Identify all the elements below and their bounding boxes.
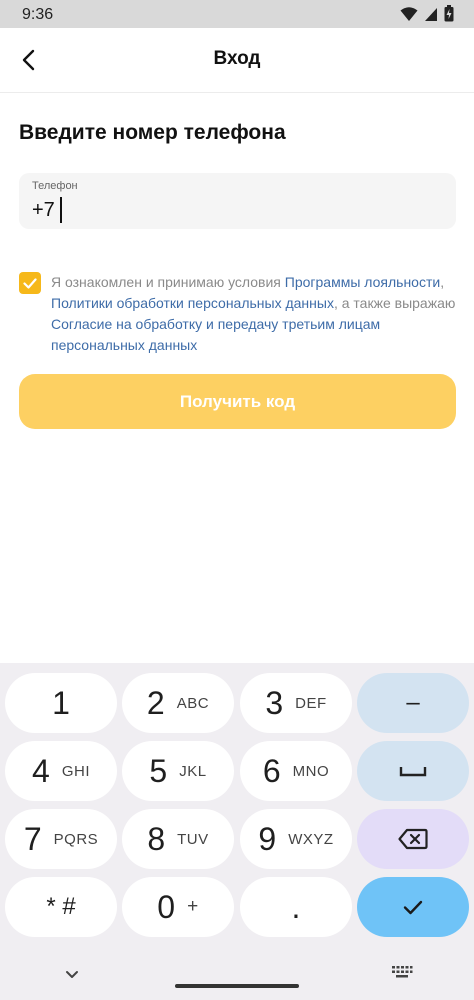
app-header: Вход bbox=[0, 28, 474, 93]
hide-keyboard-button[interactable] bbox=[60, 966, 84, 982]
chevron-down-icon bbox=[66, 970, 78, 978]
space-icon bbox=[399, 767, 427, 777]
home-indicator[interactable] bbox=[175, 984, 299, 988]
key-minus-label: – bbox=[406, 689, 420, 716]
key-5[interactable]: 5 JKL bbox=[122, 741, 234, 801]
key-9-letters: WXYZ bbox=[288, 830, 334, 848]
key-2-letters: ABC bbox=[176, 694, 210, 712]
key-9[interactable]: 9 WXYZ bbox=[240, 809, 352, 869]
phone-input[interactable]: Телефон +7 bbox=[19, 173, 456, 229]
key-3-letters: DEF bbox=[295, 694, 327, 712]
phone-heading: Введите номер телефона bbox=[19, 121, 286, 144]
phone-label: Телефон bbox=[32, 180, 78, 192]
signal-icon bbox=[424, 6, 438, 27]
consent-text: Я ознакомлен и принимаю условия Программ… bbox=[51, 272, 461, 356]
key-6-digit: 6 bbox=[262, 752, 281, 789]
key-8[interactable]: 8 TUV bbox=[122, 809, 234, 869]
key-3-digit: 3 bbox=[265, 684, 284, 721]
wifi-icon bbox=[400, 6, 418, 27]
status-icons bbox=[400, 5, 454, 27]
key-dot-label: . bbox=[291, 888, 301, 925]
consent-text-2: , bbox=[440, 274, 445, 290]
privacy-policy-link[interactable]: Политики обработки персональных данных bbox=[51, 295, 334, 311]
status-bar: 9:36 bbox=[0, 0, 474, 28]
key-2[interactable]: 2 ABC bbox=[122, 673, 234, 733]
key-6[interactable]: 6 MNO bbox=[240, 741, 352, 801]
checkmark-icon bbox=[403, 900, 423, 914]
key-4[interactable]: 4 GHI bbox=[5, 741, 117, 801]
key-0-plus: + bbox=[187, 896, 199, 917]
key-4-letters: GHI bbox=[61, 762, 90, 780]
key-9-digit: 9 bbox=[258, 820, 277, 857]
text-cursor bbox=[59, 197, 62, 223]
key-star-hash[interactable]: * # bbox=[5, 877, 117, 937]
consent-text-3: , а также выражаю bbox=[333, 295, 456, 311]
consent-checkbox[interactable] bbox=[19, 272, 41, 294]
get-code-button[interactable]: Получить код bbox=[19, 374, 456, 429]
page-title: Вход bbox=[213, 48, 261, 69]
key-5-letters: JKL bbox=[179, 762, 207, 780]
key-1-digit: 1 bbox=[52, 684, 70, 721]
keyboard-switch-button[interactable] bbox=[390, 963, 414, 981]
status-time: 9:36 bbox=[22, 6, 54, 23]
key-3[interactable]: 3 DEF bbox=[240, 673, 352, 733]
key-6-letters: MNO bbox=[292, 762, 330, 780]
key-7[interactable]: 7 PQRS bbox=[5, 809, 117, 869]
key-8-letters: TUV bbox=[177, 830, 209, 848]
key-5-digit: 5 bbox=[149, 752, 168, 789]
battery-icon bbox=[444, 5, 454, 27]
phone-value: +7 bbox=[32, 197, 62, 223]
key-star-hash-label: * # bbox=[46, 893, 76, 920]
loyalty-program-link[interactable]: Программы лояльности bbox=[285, 274, 440, 290]
key-0-digit: 0 bbox=[157, 888, 176, 925]
numeric-keyboard: 1 2 ABC 3 DEF – 4 GHI 5 JKL 6 MNO 7 PQRS… bbox=[0, 663, 474, 1000]
backspace-icon bbox=[398, 828, 428, 850]
key-7-letters: PQRS bbox=[53, 830, 99, 848]
check-icon bbox=[23, 277, 37, 289]
key-7-digit: 7 bbox=[23, 820, 42, 857]
key-dot[interactable]: . bbox=[240, 877, 352, 937]
key-1[interactable]: 1 bbox=[5, 673, 117, 733]
data-consent-link[interactable]: Согласие на обработку и передачу третьим… bbox=[51, 316, 380, 353]
key-4-digit: 4 bbox=[32, 752, 50, 789]
key-backspace[interactable] bbox=[357, 809, 469, 869]
keyboard-icon bbox=[392, 966, 413, 978]
key-8-digit: 8 bbox=[147, 820, 166, 857]
phone-prefix: +7 bbox=[32, 198, 55, 221]
key-minus[interactable]: – bbox=[357, 673, 469, 733]
key-0[interactable]: 0 + bbox=[122, 877, 234, 937]
consent-text-1: Я ознакомлен и принимаю условия bbox=[51, 274, 285, 290]
key-done[interactable] bbox=[357, 877, 469, 937]
key-2-digit: 2 bbox=[146, 684, 165, 721]
key-space[interactable] bbox=[357, 741, 469, 801]
